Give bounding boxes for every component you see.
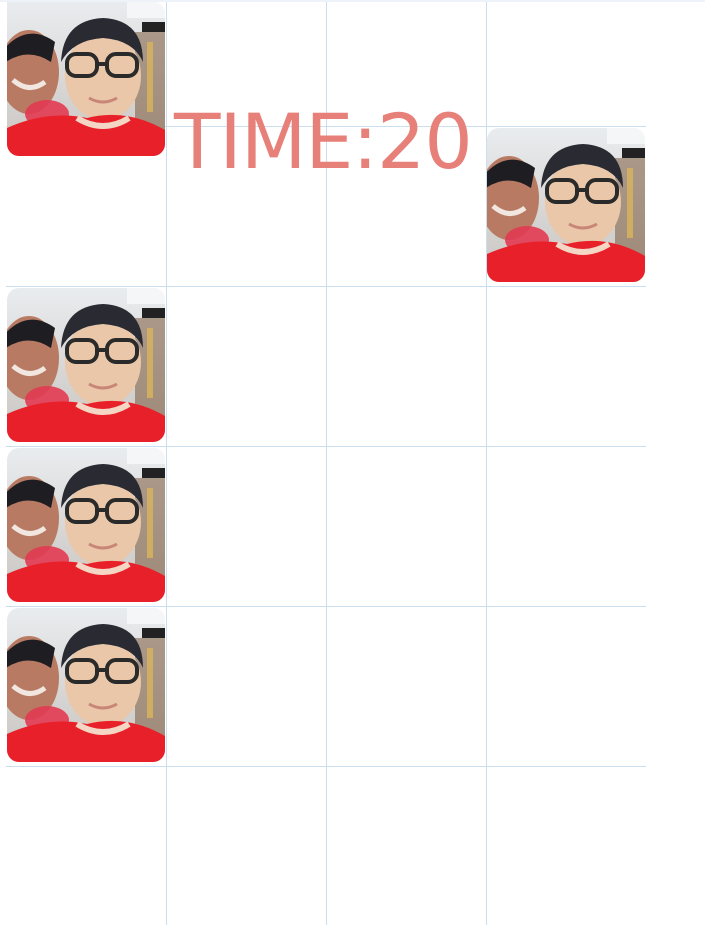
family-photo-tile-image — [7, 288, 165, 442]
photo-tile[interactable] — [7, 448, 165, 602]
family-photo-tile-image — [7, 448, 165, 602]
family-photo-tile-image — [7, 608, 165, 762]
timer-display: TIME:20 — [174, 97, 473, 186]
grid-horizontal-line — [6, 446, 646, 447]
game-board: TIME:20 — [0, 0, 705, 925]
photo-tile[interactable] — [7, 2, 165, 156]
grid-horizontal-line — [6, 766, 646, 767]
grid-vertical-line — [166, 2, 167, 925]
grid-vertical-line — [326, 2, 327, 925]
grid-horizontal-line — [6, 286, 646, 287]
family-photo-tile-image — [7, 2, 165, 156]
photo-tile[interactable] — [487, 128, 645, 282]
family-photo-tile-image — [487, 128, 645, 282]
grid-horizontal-line — [6, 606, 646, 607]
photo-tile[interactable] — [7, 608, 165, 762]
photo-tile[interactable] — [7, 288, 165, 442]
